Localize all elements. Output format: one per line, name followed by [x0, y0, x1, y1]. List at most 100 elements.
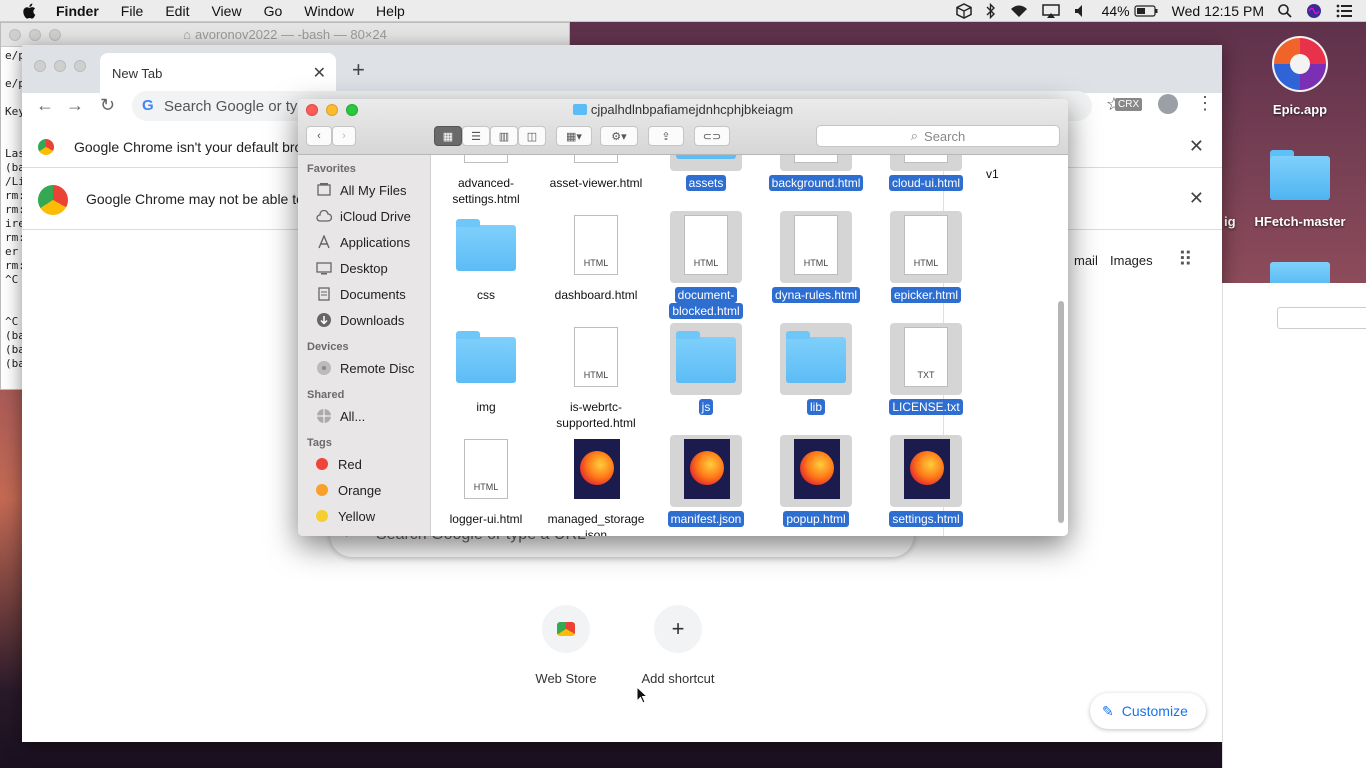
- infobar-close-icon[interactable]: ✕: [1189, 188, 1204, 209]
- tab-new-tab[interactable]: New Tab ✕: [100, 53, 336, 93]
- menu-edit[interactable]: Edit: [165, 3, 189, 19]
- file-name: manifest.json: [667, 511, 745, 527]
- icon-view-button[interactable]: ▦: [434, 126, 462, 146]
- file-item[interactable]: HTML cloud-ui.html: [871, 155, 981, 191]
- wifi-icon[interactable]: [1010, 4, 1028, 18]
- menu-view[interactable]: View: [211, 3, 241, 19]
- file-item[interactable]: HTML dyna-rules.html: [761, 211, 871, 303]
- images-link[interactable]: Images: [1110, 253, 1153, 268]
- desktop-icon-hfetch-master[interactable]: HFetch-master: [1250, 150, 1350, 229]
- file-item[interactable]: manifest.json: [651, 435, 761, 527]
- sliver-input[interactable]: [1277, 307, 1366, 329]
- home-icon: ⌂: [183, 27, 191, 42]
- forward-arrow-icon[interactable]: →: [66, 95, 84, 116]
- finder-search-field[interactable]: ⌕ Search: [816, 125, 1060, 147]
- file-item[interactable]: HTML document-blocked.html: [651, 211, 761, 319]
- tag-button[interactable]: ⊂⊃: [694, 126, 730, 146]
- box-icon[interactable]: [955, 3, 972, 19]
- all-files-icon: [316, 183, 332, 197]
- infobar-close-icon[interactable]: ✕: [1189, 136, 1204, 157]
- menu-app-finder[interactable]: Finder: [56, 3, 99, 19]
- file-item[interactable]: managed_storage json: [541, 435, 651, 536]
- tag-icon: ⊂⊃: [702, 130, 722, 143]
- sidebar-item-documents[interactable]: Documents: [298, 281, 430, 307]
- shortcut-web-store[interactable]: Web Store: [510, 605, 622, 686]
- back-arrow-icon[interactable]: ←: [36, 95, 54, 116]
- notification-center-icon[interactable]: [1336, 4, 1352, 18]
- sidebar-item-tag-red[interactable]: Red: [298, 451, 430, 477]
- share-button[interactable]: ⇪: [648, 126, 684, 146]
- chrome-menu-icon[interactable]: ⋮: [1196, 93, 1214, 114]
- battery-icon[interactable]: [1134, 5, 1158, 17]
- shortcut-add[interactable]: + Add shortcut: [622, 605, 734, 686]
- file-item[interactable]: HTML dashboard.html: [541, 211, 651, 303]
- list-view-button[interactable]: ☰: [462, 126, 490, 146]
- sidebar-item-tag-yellow[interactable]: Yellow: [298, 503, 430, 529]
- terminal-titlebar[interactable]: ⌂ avoronov2022 — -bash — 80×24: [1, 23, 569, 47]
- file-item[interactable]: img: [431, 323, 541, 415]
- menu-help[interactable]: Help: [376, 3, 405, 19]
- finder-scrollbar[interactable]: [1058, 301, 1064, 523]
- tab-close-icon[interactable]: ✕: [313, 63, 326, 83]
- spotlight-search-icon[interactable]: [1278, 4, 1292, 18]
- file-item[interactable]: css: [431, 211, 541, 303]
- sidebar-item-shared-all[interactable]: All...: [298, 403, 430, 429]
- sidebar-item-tag-orange[interactable]: Orange: [298, 477, 430, 503]
- back-button[interactable]: ‹: [306, 126, 332, 146]
- finder-file-grid[interactable]: v1 HTML advanced-settings.html HTML asset-v…: [431, 155, 1068, 536]
- file-item[interactable]: settings.html: [871, 435, 981, 527]
- apps-grid-icon[interactable]: ⠿: [1178, 247, 1193, 272]
- sidebar-item-icloud-drive[interactable]: iCloud Drive: [298, 203, 430, 229]
- sidebar-item-label: iCloud Drive: [340, 208, 411, 224]
- menu-go[interactable]: Go: [264, 3, 283, 19]
- sidebar-item-desktop[interactable]: Desktop: [298, 255, 430, 281]
- file-item[interactable]: lib: [761, 323, 871, 415]
- new-tab-button[interactable]: +: [352, 57, 365, 83]
- file-item[interactable]: js: [651, 323, 761, 415]
- file-item[interactable]: popup.html: [761, 435, 871, 527]
- sidebar-item-all-my-files[interactable]: All My Files: [298, 177, 430, 203]
- file-item[interactable]: HTML asset-viewer.html: [541, 155, 651, 191]
- sidebar-item-remote-disc[interactable]: Remote Disc: [298, 355, 430, 381]
- action-button[interactable]: ⚙▾: [600, 126, 638, 146]
- file-name: logger-ui.html: [449, 512, 523, 526]
- desktop-folder-partial[interactable]: [1270, 262, 1330, 284]
- file-item[interactable]: HTML is-webrtc-supported.html: [541, 323, 651, 431]
- finder-window[interactable]: cjpalhdlnbpafiamejdnhcphjbkeiagm ‹ › ▦ ☰…: [298, 99, 1068, 536]
- file-item[interactable]: HTML background.html: [761, 155, 871, 191]
- file-name: background.html: [768, 175, 864, 191]
- file-item[interactable]: HTML logger-ui.html: [431, 435, 541, 527]
- file-item[interactable]: assets: [651, 155, 761, 191]
- sidebar-item-downloads[interactable]: Downloads: [298, 307, 430, 333]
- file-name: LICENSE.txt: [889, 399, 963, 415]
- volume-icon[interactable]: [1074, 4, 1088, 18]
- file-name-line2: json: [584, 528, 607, 536]
- folder-icon: [780, 323, 852, 395]
- forward-button[interactable]: ›: [332, 126, 356, 146]
- cover-flow-button[interactable]: ◫: [518, 126, 546, 146]
- customize-button[interactable]: ✎ Customize: [1090, 693, 1206, 729]
- profile-avatar-icon[interactable]: [1158, 94, 1178, 114]
- bluetooth-icon[interactable]: [986, 3, 996, 19]
- menu-file[interactable]: File: [121, 3, 144, 19]
- crx-extension-icon[interactable]: CRX: [1115, 98, 1143, 111]
- column-view-button[interactable]: ▥: [490, 126, 518, 146]
- file-item[interactable]: TXT LICENSE.txt: [871, 323, 981, 415]
- background-window-sliver[interactable]: [1222, 283, 1366, 768]
- file-item[interactable]: HTML advanced-settings.html: [431, 155, 541, 207]
- sidebar-item-applications[interactable]: Applications: [298, 229, 430, 255]
- reload-icon[interactable]: ↻: [100, 95, 115, 116]
- desktop-icon-epic-app[interactable]: Epic.app: [1250, 34, 1350, 117]
- gmail-link[interactable]: mail: [1074, 253, 1098, 268]
- airplay-icon[interactable]: [1041, 3, 1060, 19]
- apple-menu-icon[interactable]: [20, 2, 38, 19]
- clock[interactable]: Wed 12:15 PM: [1172, 3, 1264, 19]
- sidebar-header-shared: Shared: [307, 389, 345, 401]
- file-item[interactable]: HTML epicker.html: [871, 211, 981, 303]
- column-extra-label[interactable]: v1: [986, 167, 999, 181]
- menu-window[interactable]: Window: [304, 3, 354, 19]
- arrange-button[interactable]: ▦▾: [556, 126, 592, 146]
- file-name: lib: [806, 399, 825, 415]
- finder-titlebar[interactable]: cjpalhdlnbpafiamejdnhcphjbkeiagm ‹ › ▦ ☰…: [298, 99, 1068, 155]
- siri-icon[interactable]: [1306, 3, 1322, 19]
